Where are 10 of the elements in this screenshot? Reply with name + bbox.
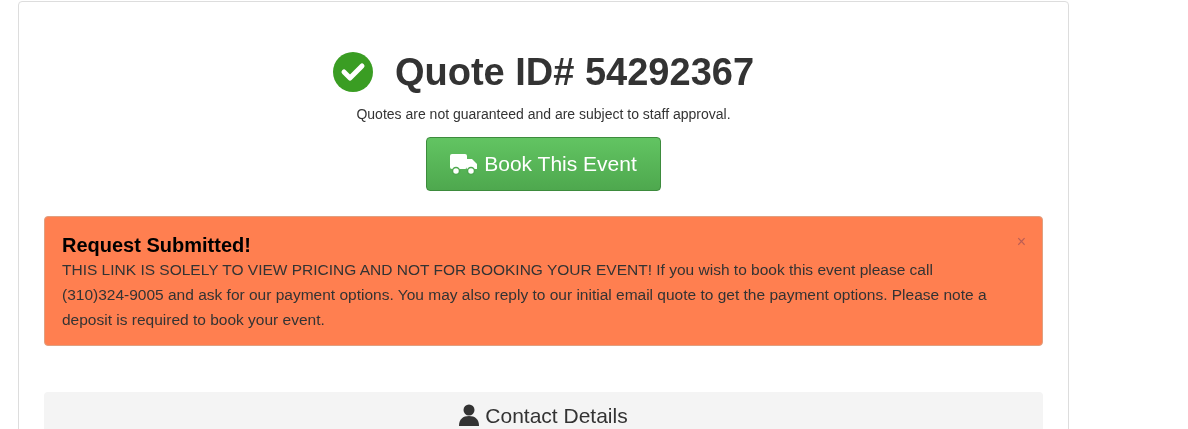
approval-note: Quotes are not guaranteed and are subject to staff approval.	[355, 106, 732, 122]
close-button[interactable]: ×	[1016, 233, 1026, 251]
truck-icon	[450, 152, 479, 176]
alert-message: THIS LINK IS SOLELY TO VIEW PRICING AND NOT FOR BOOKING YOUR EVENT! If you wish to book this event please call (310)324-9005 and ask for our payment options. You may also reply to our initial email quote to get the payment options. Please note a deposit is required to book your event.	[62, 260, 988, 330]
user-icon	[459, 404, 480, 426]
check-circle-icon	[332, 52, 373, 92]
alert-heading: Request Submitted!	[62, 233, 252, 257]
quote-title: Quote ID# 54292367	[394, 50, 755, 94]
section-title: Contact Details	[485, 404, 628, 428]
book-event-button[interactable]: Book This Event	[426, 137, 661, 191]
